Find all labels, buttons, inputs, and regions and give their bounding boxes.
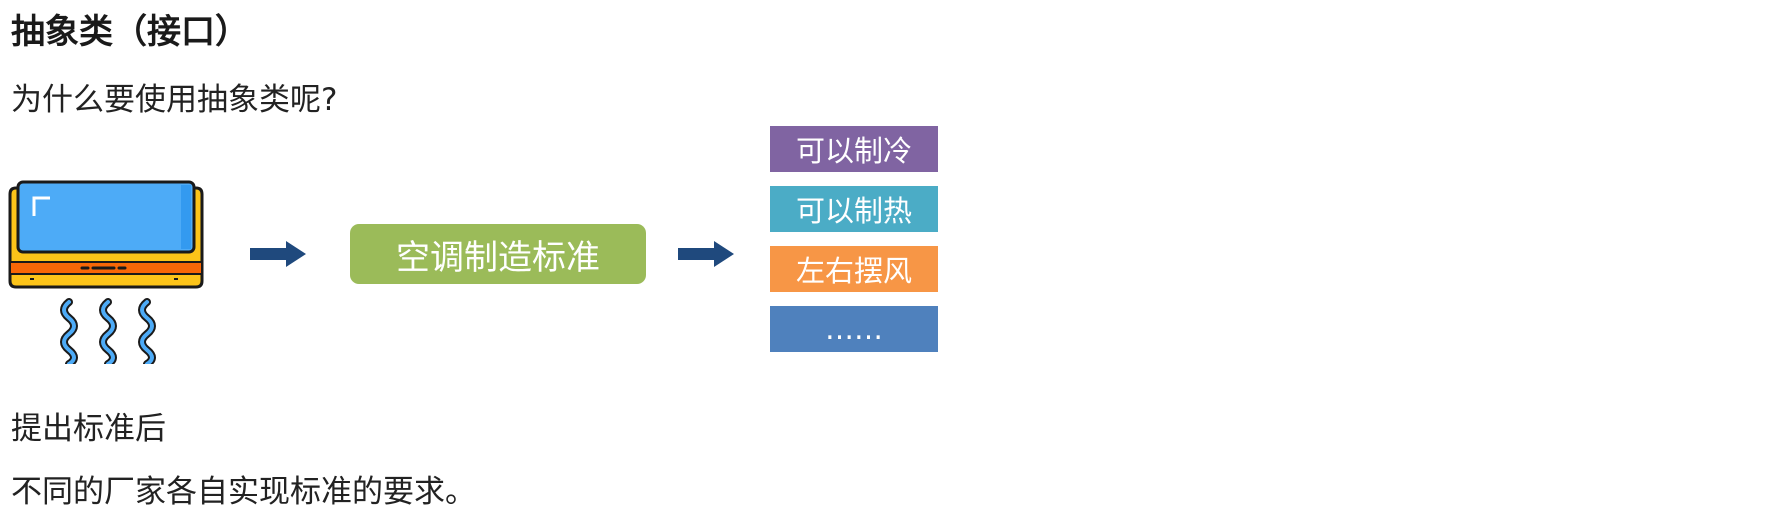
feature-more: ……: [770, 306, 938, 352]
question-text: 为什么要使用抽象类呢?: [11, 82, 338, 118]
arrow-right-icon: [250, 241, 306, 267]
feature-cooling: 可以制冷: [770, 126, 938, 172]
conclusion-text: 不同的厂家各自实现标准的要求。: [11, 474, 476, 510]
air-conditioner-icon: [6, 178, 206, 368]
standard-box: 空调制造标准: [350, 224, 646, 284]
feature-list: 可以制冷 可以制热 左右摆风 ……: [770, 126, 938, 366]
feature-swing: 左右摆风: [770, 246, 938, 292]
feature-heating: 可以制热: [770, 186, 938, 232]
page-title: 抽象类（接口）: [11, 12, 249, 52]
arrow-right-icon: [678, 241, 734, 267]
after-standard-text: 提出标准后: [11, 411, 166, 447]
